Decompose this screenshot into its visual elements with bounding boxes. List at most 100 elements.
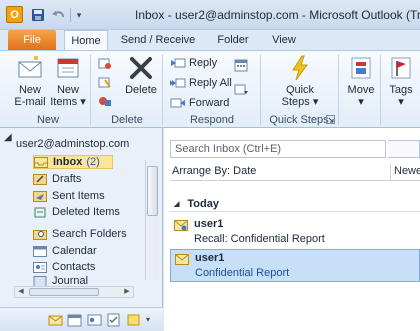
folder-inbox[interactable]: Inbox (2) [33, 155, 113, 169]
calendar-icon [33, 245, 47, 257]
ribbon-tabs: File Home Send / Receive Folder View [0, 30, 420, 50]
tab-home[interactable]: Home [64, 30, 108, 50]
ribbon-group-separator [260, 55, 261, 125]
delete-label: Delete [125, 84, 157, 96]
more-respond-icon[interactable] [234, 83, 248, 96]
message-row-selected[interactable]: user1 Confidential Report [170, 249, 420, 282]
window-title: Inbox - user2@adminstop.com - Microsoft … [135, 8, 420, 22]
forward-button[interactable]: Forward [170, 95, 229, 111]
contacts-nav-icon[interactable] [87, 313, 102, 327]
ribbon-group-separator [162, 55, 163, 125]
junk-icon[interactable] [98, 95, 112, 108]
forward-icon [170, 98, 185, 108]
message-sender: user1 [195, 252, 225, 264]
group-divider [170, 211, 420, 212]
tab-file[interactable]: File [8, 30, 56, 50]
forward-label: Forward [189, 97, 230, 109]
dialog-launcher-icon[interactable] [326, 115, 335, 124]
move-button[interactable]: Move ▾ [344, 54, 378, 108]
reply-all-label: Reply All [189, 77, 232, 89]
folder-journal[interactable]: Journal [33, 276, 143, 286]
delete-x-icon [130, 57, 152, 79]
group-label-delete: Delete [111, 114, 143, 126]
tags-button[interactable]: Tags ▾ [384, 54, 418, 108]
folder-calendar[interactable]: Calendar [33, 244, 143, 258]
ribbon-group-separator [380, 55, 381, 125]
collapse-group-icon[interactable]: ◢ [174, 200, 179, 208]
group-header-today[interactable]: ◢ Today [174, 198, 219, 210]
account-heading[interactable]: user2@adminstop.com [16, 138, 161, 152]
folder-name: Deleted Items [52, 206, 120, 218]
quick-access-separator [70, 8, 72, 22]
tab-view[interactable]: View [266, 30, 302, 50]
configure-buttons-icon[interactable]: ▾ [146, 315, 150, 324]
horizontal-scrollbar-thumb[interactable] [29, 288, 99, 296]
contacts-icon [33, 261, 47, 273]
group-label: Today [187, 198, 219, 210]
calendar-nav-icon[interactable] [67, 313, 82, 327]
scroll-right-arrow-icon[interactable]: ▶ [122, 287, 132, 297]
ignore-icon[interactable] [98, 57, 112, 70]
scrollbar-thumb[interactable] [147, 166, 158, 216]
notes-nav-icon[interactable] [126, 313, 141, 327]
new-items-button[interactable]: New Items ▾ [50, 54, 86, 108]
outlook-app-icon[interactable]: O [6, 6, 23, 23]
folder-name: Calendar [52, 245, 97, 257]
unread-envelope-icon [175, 254, 189, 265]
folder-name: Contacts [52, 261, 96, 273]
flag-icon [391, 57, 411, 79]
customize-quick-access-button[interactable]: ▾ [74, 6, 84, 24]
lightning-icon [292, 55, 308, 81]
new-items-label-1: New [56, 84, 79, 96]
reply-all-button[interactable]: Reply All [170, 75, 232, 91]
arrange-by-header[interactable]: Arrange By: Date [170, 164, 390, 180]
tasks-nav-icon[interactable] [106, 313, 121, 327]
move-icon [351, 57, 371, 79]
tags-dropdown: ▾ [398, 96, 404, 108]
quick-steps-button[interactable]: Quick Steps ▾ [280, 54, 320, 108]
save-icon[interactable] [30, 6, 46, 24]
folder-sent-items[interactable]: Sent Items [33, 189, 143, 203]
folder-name: Journal [52, 276, 89, 286]
quick-steps-label-2: Steps ▾ [281, 96, 319, 108]
new-email-button[interactable]: New E-mail [12, 54, 48, 108]
header-divider [170, 180, 420, 181]
folder-search-folders[interactable]: Search Folders [33, 227, 143, 241]
reply-button[interactable]: Reply [170, 55, 217, 71]
unread-count: (2) [86, 156, 100, 168]
search-folders-icon [33, 229, 47, 240]
folder-drafts[interactable]: Drafts [33, 172, 143, 186]
journal-icon [33, 276, 47, 286]
meeting-icon[interactable] [234, 59, 248, 72]
quick-steps-label-1: Quick [285, 84, 315, 96]
drafts-icon [33, 173, 47, 185]
undo-icon[interactable] [52, 6, 66, 24]
navigation-bottom-bar: ▾ [0, 307, 163, 331]
reply-icon [171, 58, 186, 68]
new-items-icon [57, 58, 79, 78]
title-bar: O ▾ Inbox - user2@adminstop.com - Micros… [0, 0, 420, 30]
search-options-area[interactable] [388, 140, 420, 158]
inbox-icon [34, 156, 48, 168]
tab-send-receive[interactable]: Send / Receive [116, 30, 200, 50]
sort-order-header[interactable]: Newest [390, 164, 420, 180]
group-label-quick-steps: Quick Steps [269, 114, 329, 126]
nav-vertical-scrollbar[interactable] [145, 160, 159, 280]
message-subject: Confidential Report [195, 267, 290, 279]
message-list-pane: Search Inbox (Ctrl+E) Arrange By: Date N… [164, 128, 420, 331]
clean-up-icon[interactable] [98, 76, 112, 89]
reply-all-icon [170, 78, 186, 88]
sent-items-icon [33, 190, 47, 202]
group-label-new: New [36, 114, 59, 126]
collapse-triangle-icon[interactable]: ◢ [4, 132, 12, 143]
search-input[interactable]: Search Inbox (Ctrl+E) [170, 140, 386, 158]
folder-contacts[interactable]: Contacts [33, 260, 143, 274]
delete-button[interactable]: Delete [122, 54, 160, 96]
folder-name: Search Folders [52, 228, 127, 240]
folder-deleted-items[interactable]: Deleted Items [33, 205, 143, 219]
scroll-left-arrow-icon[interactable]: ◀ [16, 287, 26, 297]
tab-folder[interactable]: Folder [210, 30, 256, 50]
nav-horizontal-scrollbar[interactable]: ◀ ▶ [14, 286, 134, 298]
mail-nav-icon[interactable] [48, 313, 63, 327]
message-row[interactable]: user1 Recall: Confidential Report [170, 216, 420, 249]
